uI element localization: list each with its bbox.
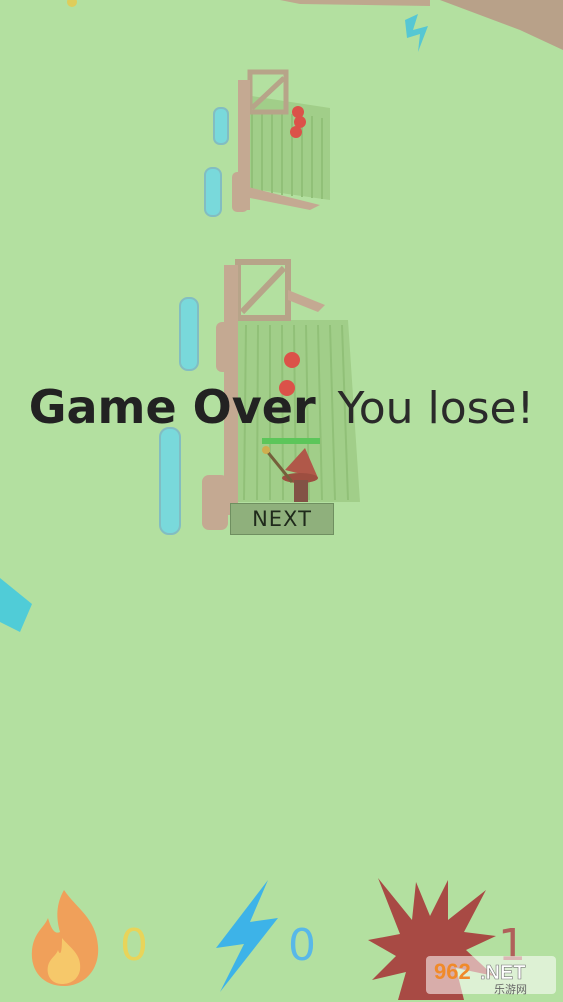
watermark-logo: 962 .NET 乐游网 — [424, 952, 558, 996]
game-over-banner: Game Over You lose! — [0, 380, 563, 434]
lightning-icon — [216, 880, 278, 992]
game-scene — [0, 0, 563, 632]
far-farm-plot — [204, 69, 330, 217]
game-over-title: Game Over — [28, 380, 316, 434]
result-message: You lose! — [337, 383, 535, 434]
fire-icon — [31, 890, 99, 986]
next-button[interactable]: NEXT — [230, 503, 334, 535]
svg-text:.NET: .NET — [480, 962, 526, 984]
svg-text:乐游网: 乐游网 — [494, 983, 527, 996]
fire-count: 0 — [120, 920, 148, 971]
svg-text:962: 962 — [434, 959, 471, 984]
lightning-count: 0 — [288, 920, 316, 971]
